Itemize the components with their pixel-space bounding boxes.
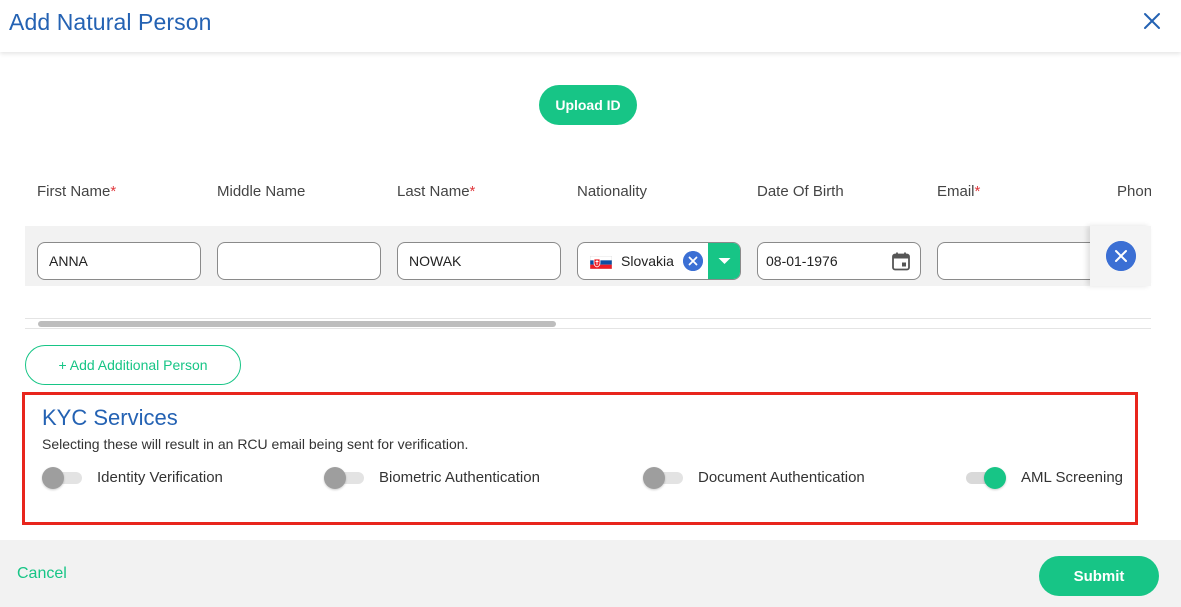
- middle-name-field[interactable]: [217, 242, 381, 280]
- biometric-authentication-label: Biometric Authentication: [379, 469, 540, 486]
- date-of-birth-value: 08-01-1976: [766, 253, 838, 269]
- horizontal-scrollbar[interactable]: [25, 318, 1151, 329]
- document-authentication-label: Document Authentication: [698, 469, 865, 486]
- date-of-birth-field[interactable]: 08-01-1976: [757, 242, 921, 280]
- identity-verification-label: Identity Verification: [97, 469, 223, 486]
- close-icon[interactable]: [1142, 11, 1162, 31]
- identity-verification-toggle[interactable]: [42, 467, 82, 489]
- column-header-phone: Phon: [1117, 183, 1151, 200]
- dialog-header: Add Natural Person: [0, 0, 1181, 52]
- scrollbar-thumb[interactable]: [38, 321, 556, 327]
- first-name-field[interactable]: ANNA: [37, 242, 201, 280]
- kyc-subtitle: Selecting these will result in an RCU em…: [42, 436, 469, 452]
- nationality-value: Slovakia: [621, 253, 674, 269]
- column-header-last-name: Last Name*: [397, 183, 476, 200]
- dialog-title: Add Natural Person: [9, 9, 212, 35]
- add-additional-person-button[interactable]: + Add Additional Person: [25, 345, 241, 385]
- remove-row-icon[interactable]: [1106, 241, 1136, 271]
- biometric-authentication-toggle[interactable]: [324, 467, 364, 489]
- cancel-button[interactable]: Cancel: [17, 565, 67, 583]
- calendar-icon[interactable]: [891, 251, 911, 271]
- clear-icon[interactable]: [683, 251, 703, 271]
- slovakia-flag-icon: [590, 256, 612, 269]
- last-name-field[interactable]: NOWAK: [397, 242, 561, 280]
- column-header-email: Email*: [937, 183, 981, 200]
- upload-id-button[interactable]: Upload ID: [539, 85, 637, 125]
- email-field[interactable]: [937, 242, 1107, 280]
- kyc-services-section: KYC Services Selecting these will result…: [22, 392, 1138, 525]
- column-header-first-name: First Name*: [37, 183, 117, 200]
- document-authentication-toggle[interactable]: [643, 467, 683, 489]
- aml-screening-label: AML Screening: [1021, 469, 1123, 486]
- column-header-nationality: Nationality: [577, 183, 648, 200]
- nationality-dropdown-toggle[interactable]: [708, 243, 740, 279]
- column-header-middle-name: Middle Name: [217, 183, 306, 200]
- column-header-date-of-birth: Date Of Birth: [757, 183, 844, 200]
- nationality-select[interactable]: Slovakia: [577, 242, 741, 280]
- dialog-footer: Cancel Submit: [0, 540, 1181, 607]
- kyc-title: KYC Services: [42, 405, 178, 430]
- row-actions-panel: [1090, 226, 1151, 286]
- caret-down-icon: [718, 258, 731, 264]
- submit-button[interactable]: Submit: [1039, 556, 1159, 596]
- aml-screening-toggle[interactable]: [966, 467, 1006, 489]
